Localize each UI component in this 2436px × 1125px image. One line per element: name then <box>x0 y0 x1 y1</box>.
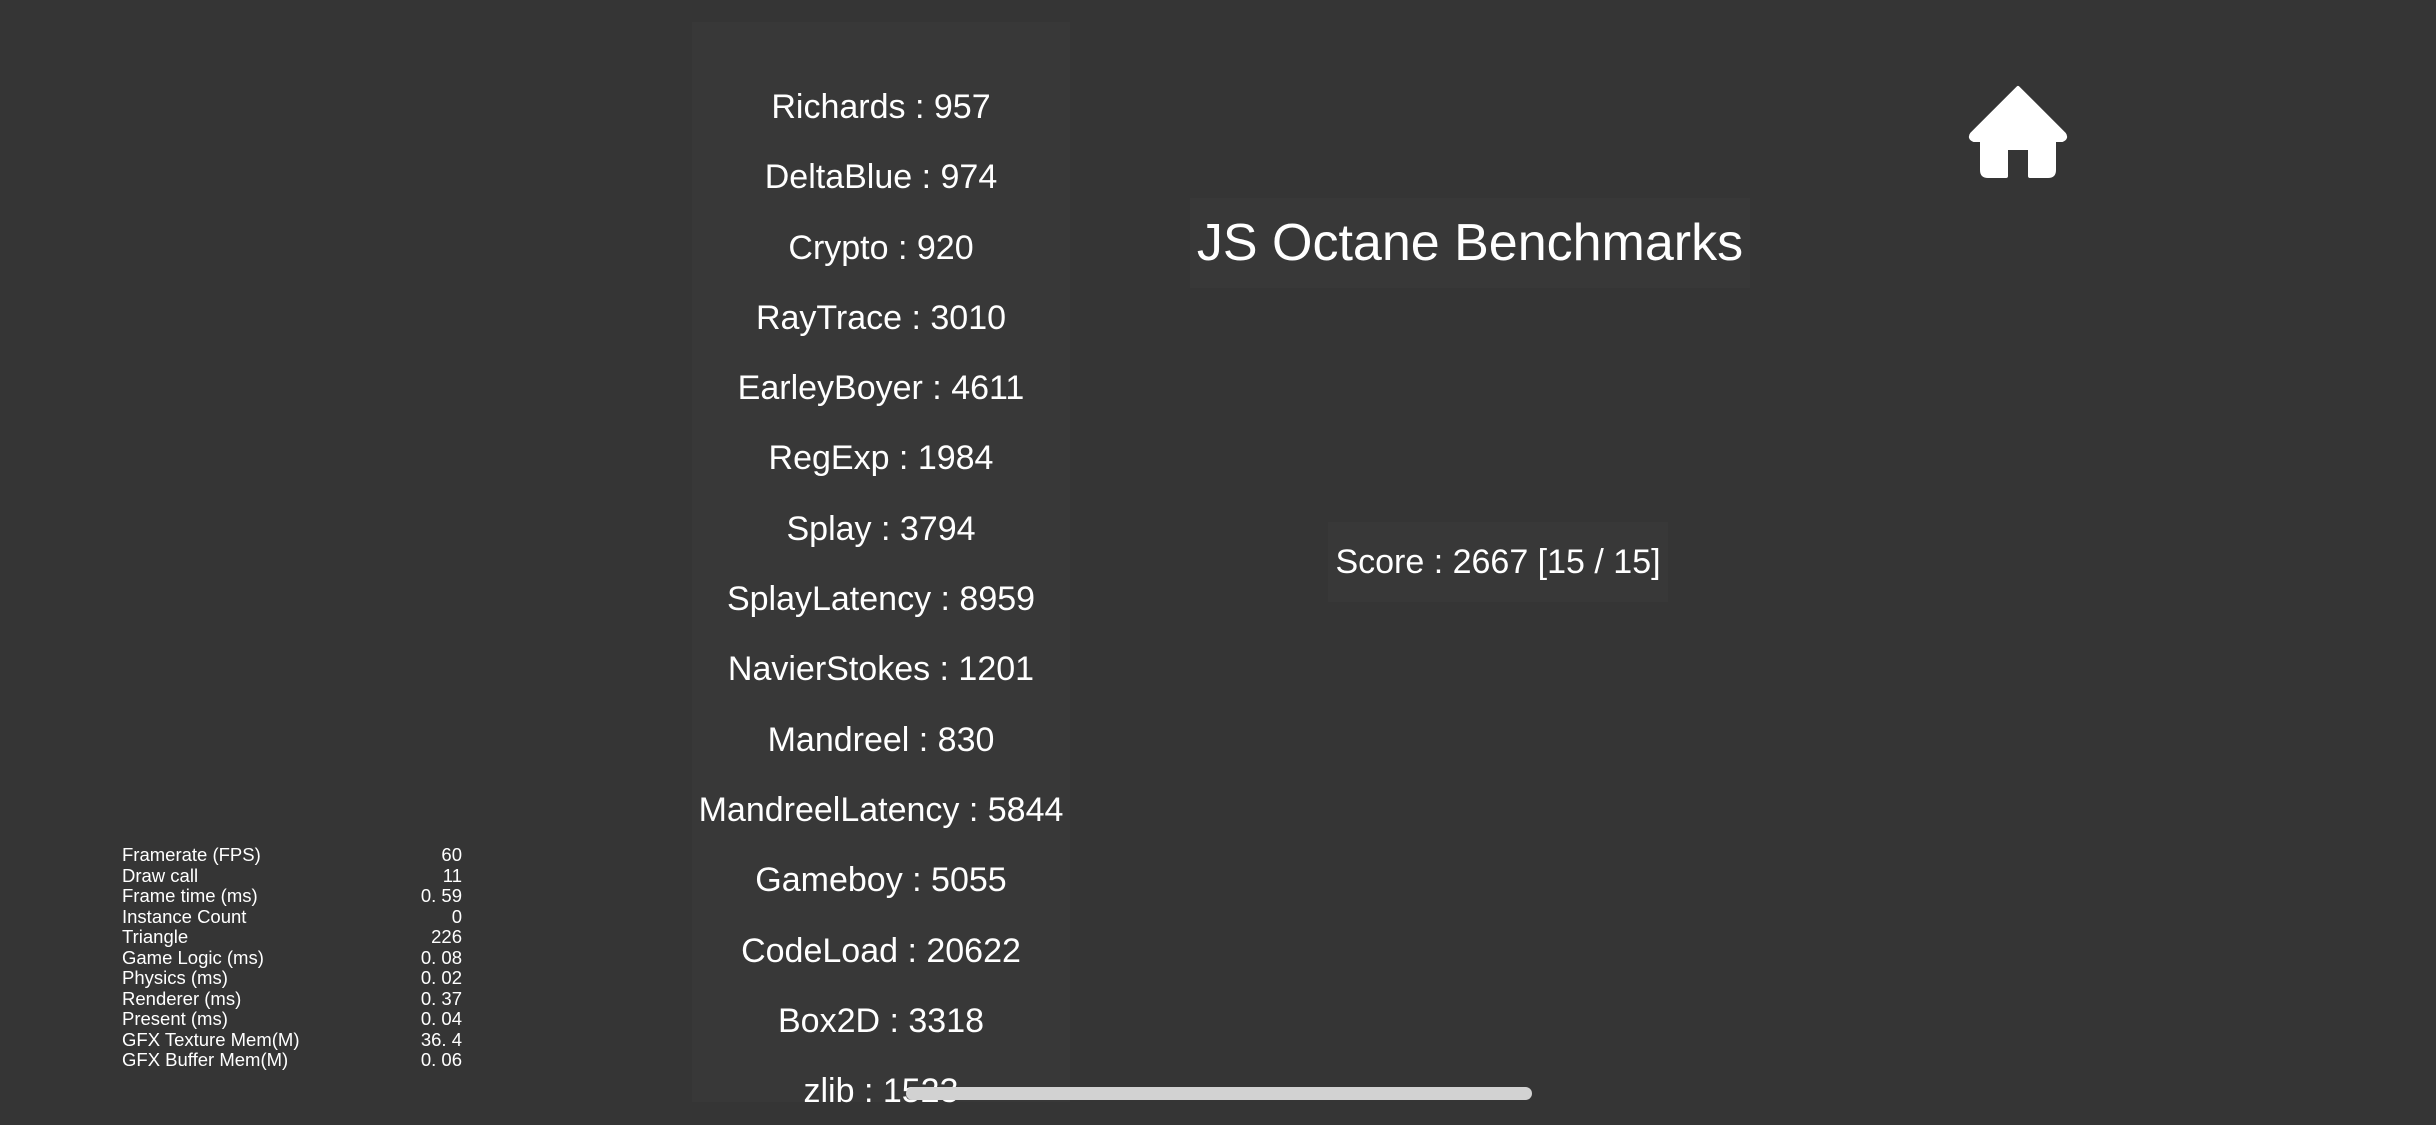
benchmark-result-earleyboyer: EarleyBoyer : 4611 <box>737 369 1025 408</box>
stat-label: Renderer (ms) <box>122 987 242 1009</box>
total-score: Score : 2667 [15 / 15] <box>1335 542 1661 581</box>
benchmark-result-splay: Splay : 3794 <box>786 509 976 548</box>
home-icon <box>1968 86 2068 178</box>
stat-label: Frame time (ms) <box>122 885 258 906</box>
stat-row: Draw call 11 <box>122 864 462 887</box>
page-title: JS Octane Benchmarks <box>1196 214 1744 272</box>
stat-row: Renderer (ms) 0. 37 <box>122 987 462 1010</box>
stat-value: 0. 59 <box>420 885 462 906</box>
benchmark-result-splaylatency: SplayLatency : 8959 <box>726 580 1036 619</box>
stat-row: Physics (ms) 0. 02 <box>122 967 462 989</box>
stat-value: 226 <box>431 926 462 947</box>
stat-label: GFX Buffer Mem(M) <box>122 1049 289 1070</box>
home-indicator-bar[interactable] <box>906 1087 1532 1100</box>
stat-row: Triangle 226 <box>122 926 462 948</box>
stat-label: GFX Texture Mem(M) <box>122 1028 300 1050</box>
stat-value: 0. 37 <box>420 987 462 1009</box>
stat-label: Present (ms) <box>122 1008 228 1029</box>
stat-label: Framerate (FPS) <box>122 844 261 865</box>
benchmark-result-regexp: RegExp : 1984 <box>768 439 994 478</box>
stat-row: Instance Count 0 <box>122 905 462 928</box>
stat-label: Triangle <box>122 926 189 947</box>
benchmark-result-deltablue: DeltaBlue : 974 <box>764 158 998 197</box>
stat-value: 0. 08 <box>420 946 462 968</box>
profiler-stats: Framerate (FPS) 60 Draw call 11 Frame ti… <box>122 844 462 1071</box>
stat-value: 11 <box>442 864 462 886</box>
stat-label: Draw call <box>122 864 199 886</box>
stat-value: 0. 06 <box>420 1049 462 1070</box>
benchmark-result-box2d: Box2D : 3318 <box>777 1001 985 1040</box>
stat-label: Physics (ms) <box>122 967 228 988</box>
stat-row: Game Logic (ms) 0. 08 <box>122 946 462 969</box>
benchmark-result-mandreellatency: MandreelLatency : 5844 <box>698 790 1064 829</box>
stat-row: GFX Texture Mem(M) 36. 4 <box>122 1028 462 1051</box>
benchmark-result-raytrace: RayTrace : 3010 <box>755 298 1007 337</box>
stat-label: Instance Count <box>122 905 247 927</box>
benchmark-result-gameboy: Gameboy : 5055 <box>755 861 1007 900</box>
stat-row: Frame time (ms) 0. 59 <box>122 885 462 907</box>
stat-value: 0. 02 <box>420 967 462 988</box>
stat-row: Present (ms) 0. 04 <box>122 1008 462 1030</box>
benchmark-result-crypto: Crypto : 920 <box>788 228 974 267</box>
stat-value: 60 <box>441 844 462 865</box>
benchmark-results-list: Richards : 957 DeltaBlue : 974 Crypto : … <box>692 72 1070 1125</box>
home-button[interactable] <box>1968 84 2068 180</box>
stat-value: 36. 4 <box>420 1028 462 1050</box>
stat-value: 0. 04 <box>420 1008 462 1029</box>
stat-value: 0 <box>451 905 462 927</box>
stat-label: Game Logic (ms) <box>122 946 264 968</box>
benchmark-result-richards: Richards : 957 <box>771 88 991 126</box>
benchmark-screen: Richards : 957 DeltaBlue : 974 Crypto : … <box>0 0 2436 1125</box>
benchmark-result-mandreel: Mandreel : 830 <box>767 720 995 759</box>
stat-row: Framerate (FPS) 60 <box>122 844 462 866</box>
benchmark-result-navierstokes: NavierStokes : 1201 <box>727 650 1035 689</box>
stat-row: GFX Buffer Mem(M) 0. 06 <box>122 1049 462 1071</box>
title-panel: JS Octane Benchmarks <box>1190 198 1750 288</box>
benchmark-results-panel[interactable]: Richards : 957 DeltaBlue : 974 Crypto : … <box>692 22 1070 1110</box>
score-panel: Score : 2667 [15 / 15] <box>1328 522 1668 602</box>
benchmark-result-codeload: CodeLoad : 20622 <box>741 931 1021 970</box>
